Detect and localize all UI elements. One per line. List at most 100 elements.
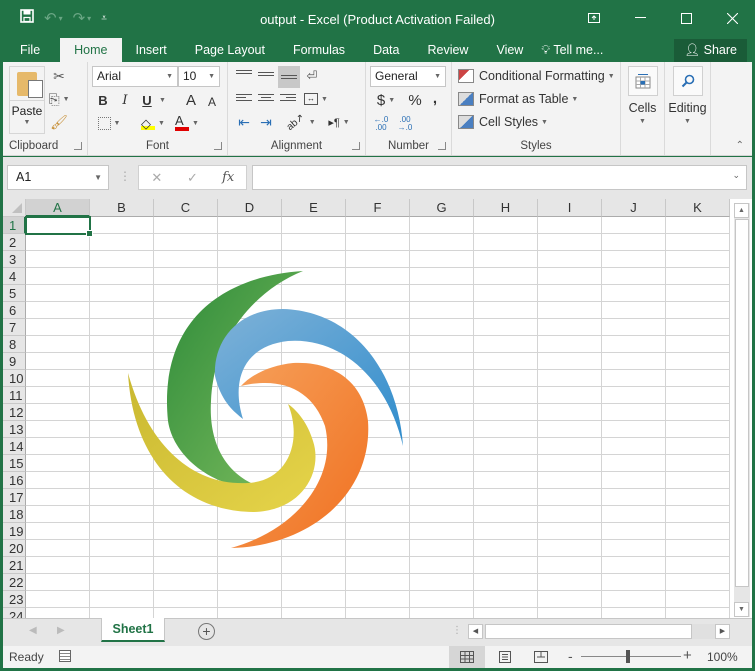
column-header-d[interactable]: D xyxy=(218,199,282,217)
copy-icon[interactable]: ⎘ ▼ xyxy=(48,89,69,109)
expand-formula-bar-icon[interactable]: ⌄ xyxy=(732,170,740,181)
row-header-4[interactable]: 4 xyxy=(3,268,26,285)
minimize-icon[interactable] xyxy=(617,0,663,36)
row-header-16[interactable]: 16 xyxy=(3,472,26,489)
zoom-in-button[interactable]: + xyxy=(683,647,692,664)
clipboard-launcher-icon[interactable] xyxy=(74,142,82,150)
fill-color-button[interactable]: ◇ ▼ xyxy=(138,113,168,133)
align-left-icon[interactable] xyxy=(236,94,252,106)
zoom-level[interactable]: 100% xyxy=(707,650,738,664)
sheet-tab-sheet1[interactable]: Sheet1 xyxy=(101,618,165,642)
scroll-right-icon[interactable]: ▶ xyxy=(715,624,730,639)
column-header-c[interactable]: C xyxy=(154,199,218,217)
font-size-select[interactable]: 10 ▼ xyxy=(178,66,220,87)
horizontal-scrollbar[interactable]: ◀ ▶ xyxy=(468,624,730,639)
prev-sheet-icon[interactable]: ◀ xyxy=(29,625,37,636)
tab-insert[interactable]: Insert xyxy=(122,38,181,62)
top-align-icon[interactable] xyxy=(236,70,252,82)
row-header-8[interactable]: 8 xyxy=(3,336,26,353)
align-right-icon[interactable] xyxy=(280,94,296,106)
row-header-7[interactable]: 7 xyxy=(3,319,26,336)
currency-button[interactable]: $ ▼ xyxy=(372,90,400,110)
column-header-g[interactable]: G xyxy=(410,199,474,217)
column-header-i[interactable]: I xyxy=(538,199,602,217)
conditional-formatting-button[interactable]: Conditional Formatting ▼ xyxy=(458,66,615,86)
normal-view-button[interactable] xyxy=(449,646,485,668)
row-header-17[interactable]: 17 xyxy=(3,489,26,506)
middle-align-icon[interactable] xyxy=(258,72,274,84)
row-header-21[interactable]: 21 xyxy=(3,557,26,574)
row-header-20[interactable]: 20 xyxy=(3,540,26,557)
macro-recording-icon[interactable] xyxy=(59,650,71,662)
vertical-scrollbar[interactable]: ▲ ▼ xyxy=(734,203,750,617)
bottom-align-button[interactable] xyxy=(278,66,300,88)
row-header-1[interactable]: 1 xyxy=(3,217,26,234)
orientation-button[interactable]: ab↗ ▼ xyxy=(285,112,316,133)
share-button[interactable]: 👤︎ Share xyxy=(674,39,747,62)
row-header-3[interactable]: 3 xyxy=(3,251,26,268)
underline-dropdown[interactable]: ▼ xyxy=(156,90,166,110)
cut-icon[interactable]: ✂ xyxy=(49,66,69,86)
page-layout-view-button[interactable] xyxy=(487,646,523,668)
row-header-9[interactable]: 9 xyxy=(3,353,26,370)
tell-me-search[interactable]: 💡︎ Tell me... xyxy=(537,38,617,62)
italic-button[interactable]: I xyxy=(116,90,134,110)
number-format-select[interactable]: General ▼ xyxy=(370,66,446,87)
tab-split-handle[interactable]: ⋮ xyxy=(452,625,462,636)
row-header-2[interactable]: 2 xyxy=(3,234,26,251)
font-color-button[interactable]: A ▼ xyxy=(172,113,202,133)
tab-page-layout[interactable]: Page Layout xyxy=(181,38,279,62)
row-header-15[interactable]: 15 xyxy=(3,455,26,472)
column-header-j[interactable]: J xyxy=(602,199,666,217)
merge-center-button[interactable]: ↔ ▼ xyxy=(302,89,330,109)
underline-button[interactable]: U xyxy=(138,90,156,110)
editing-group[interactable]: Editing ▼ xyxy=(665,62,711,155)
alignment-launcher-icon[interactable] xyxy=(352,142,360,150)
next-sheet-icon[interactable]: ▶ xyxy=(57,625,65,636)
zoom-out-button[interactable]: - xyxy=(568,648,573,664)
format-as-table-button[interactable]: Format as Table ▼ xyxy=(458,89,578,109)
add-sheet-icon[interactable]: + xyxy=(198,623,215,640)
row-header-5[interactable]: 5 xyxy=(3,285,26,302)
wrap-text-icon[interactable]: ⏎ xyxy=(302,66,322,86)
cancel-icon[interactable]: ✕ xyxy=(139,170,175,186)
select-all-button[interactable] xyxy=(3,199,26,217)
row-header-10[interactable]: 10 xyxy=(3,370,26,387)
comma-button[interactable]: , xyxy=(428,88,442,108)
borders-button[interactable]: ▼ xyxy=(94,113,124,133)
tab-review[interactable]: Review xyxy=(413,38,482,62)
column-header-e[interactable]: E xyxy=(282,199,346,217)
zoom-slider-thumb[interactable] xyxy=(626,650,630,663)
name-box[interactable]: A1 ▼ xyxy=(7,165,109,190)
enter-icon[interactable]: ✓ xyxy=(175,170,211,186)
row-header-6[interactable]: 6 xyxy=(3,302,26,319)
row-header-11[interactable]: 11 xyxy=(3,387,26,404)
tab-view[interactable]: View xyxy=(482,38,537,62)
column-header-k[interactable]: K xyxy=(666,199,730,217)
vertical-scroll-thumb[interactable] xyxy=(735,219,749,587)
row-header-13[interactable]: 13 xyxy=(3,421,26,438)
increase-decimal-button[interactable]: ←.0 .00 xyxy=(370,114,392,134)
row-header-24[interactable]: 24 xyxy=(3,608,26,618)
close-icon[interactable] xyxy=(709,0,755,36)
row-header-22[interactable]: 22 xyxy=(3,574,26,591)
column-header-h[interactable]: H xyxy=(474,199,538,217)
increase-indent-icon[interactable]: ⇥ xyxy=(256,112,276,132)
cell-styles-button[interactable]: Cell Styles ▼ xyxy=(458,112,548,132)
tab-home[interactable]: Home xyxy=(60,38,122,62)
ribbon-display-options-icon[interactable] xyxy=(571,0,617,36)
maximize-icon[interactable] xyxy=(663,0,709,36)
active-cell-a1[interactable] xyxy=(25,216,93,237)
collapse-ribbon-icon[interactable]: ⌃ xyxy=(736,140,744,151)
insert-function-icon[interactable]: fx xyxy=(210,170,246,185)
number-launcher-icon[interactable] xyxy=(438,142,446,150)
row-header-12[interactable]: 12 xyxy=(3,404,26,421)
formula-bar-resize-handle[interactable]: ⋮ xyxy=(119,169,131,183)
column-header-f[interactable]: F xyxy=(346,199,410,217)
font-name-select[interactable]: Arial ▼ xyxy=(92,66,178,87)
font-launcher-icon[interactable] xyxy=(214,142,222,150)
column-header-b[interactable]: B xyxy=(90,199,154,217)
row-header-18[interactable]: 18 xyxy=(3,506,26,523)
column-header-a[interactable]: A xyxy=(26,199,90,217)
cells-group[interactable]: Cells ▼ xyxy=(621,62,665,155)
